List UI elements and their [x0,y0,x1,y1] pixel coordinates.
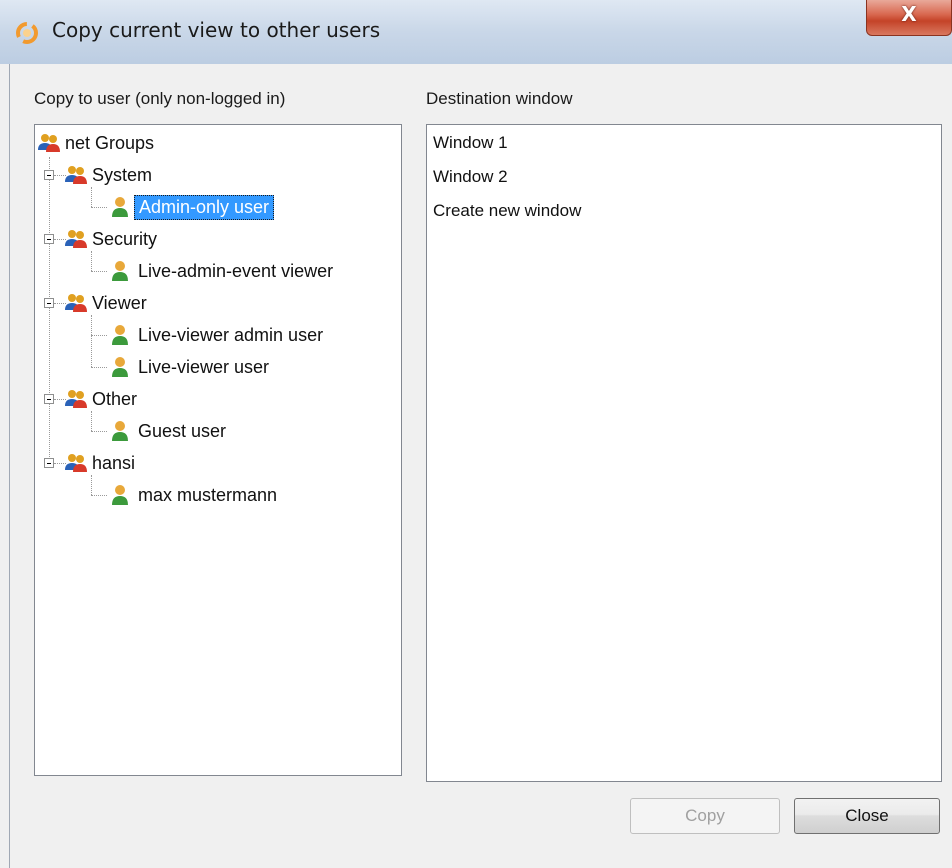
tree-user-label: Guest user [138,420,227,441]
tree-connector [91,411,92,431]
tree-root-net-groups[interactable]: net Groups [37,128,154,158]
dialog-body: Copy to user (only non-logged in) Destin… [9,64,952,868]
list-item-window-2[interactable]: Window 2 [433,167,508,187]
collapse-toggle-viewer[interactable] [44,298,54,308]
tree-connector [91,315,92,367]
tree-connector [91,251,92,271]
tree-user-max-mustermann[interactable]: max mustermann [110,480,277,510]
collapse-toggle-security[interactable] [44,234,54,244]
tree-group-label: hansi [92,452,136,473]
tree-connector [91,367,107,368]
copy-to-user-label: Copy to user (only non-logged in) [34,89,286,108]
close-button[interactable]: Close [794,798,940,834]
tree-connector [91,187,92,207]
tree-group-label: System [92,164,153,185]
user-group-icon [38,134,60,152]
tree-group-security[interactable]: Security [64,224,157,254]
user-group-icon [65,454,87,472]
tree-user-label: max mustermann [138,484,278,505]
tree-root-label: net Groups [65,132,155,153]
tree-user-admin-only[interactable]: Admin-only user [110,192,275,222]
tree-user-guest[interactable]: Guest user [110,416,226,446]
tree-connector [91,475,92,495]
user-icon [112,325,128,345]
user-tree[interactable]: net Groups System Admin-only user Securi… [34,124,402,776]
tree-user-label: Live-viewer admin user [138,324,324,345]
copy-button[interactable]: Copy [630,798,780,834]
tree-connector [91,335,107,336]
collapse-toggle-system[interactable] [44,170,54,180]
user-icon [112,485,128,505]
tree-group-other[interactable]: Other [64,384,137,414]
tree-connector [91,207,107,208]
tree-group-viewer[interactable]: Viewer [64,288,147,318]
user-icon [112,357,128,377]
tree-user-label-selected: Admin-only user [134,194,275,220]
list-item-window-1[interactable]: Window 1 [433,133,508,153]
window-title: Copy current view to other users [52,18,381,42]
tree-group-label: Viewer [92,292,147,313]
user-group-icon [65,166,87,184]
tree-connector [91,271,107,272]
window-close-button[interactable]: X [866,0,952,36]
refresh-orange-icon [16,22,38,44]
tree-user-label: Live-viewer user [138,356,270,377]
collapse-toggle-other[interactable] [44,394,54,404]
tree-group-label: Security [92,228,158,249]
title-bar: Copy current view to other users X [0,0,952,64]
collapse-toggle-hansi[interactable] [44,458,54,468]
tree-connector [49,157,50,463]
tree-user-label: Live-admin-event viewer [138,260,334,281]
user-group-icon [65,390,87,408]
user-group-icon [65,294,87,312]
user-group-icon [65,230,87,248]
tree-group-label: Other [92,388,138,409]
tree-user-live-admin-event-viewer[interactable]: Live-admin-event viewer [110,256,333,286]
tree-connector [91,431,107,432]
tree-user-live-viewer-admin[interactable]: Live-viewer admin user [110,320,323,350]
user-icon [112,197,128,217]
close-icon: X [901,2,917,26]
tree-group-hansi[interactable]: hansi [64,448,135,478]
tree-group-system[interactable]: System [64,160,152,190]
destination-window-label: Destination window [426,89,573,108]
tree-connector [91,495,107,496]
user-icon [112,421,128,441]
tree-user-live-viewer[interactable]: Live-viewer user [110,352,269,382]
destination-window-list[interactable]: Window 1 Window 2 Create new window [426,124,942,782]
list-item-create-new-window[interactable]: Create new window [433,201,581,221]
user-icon [112,261,128,281]
